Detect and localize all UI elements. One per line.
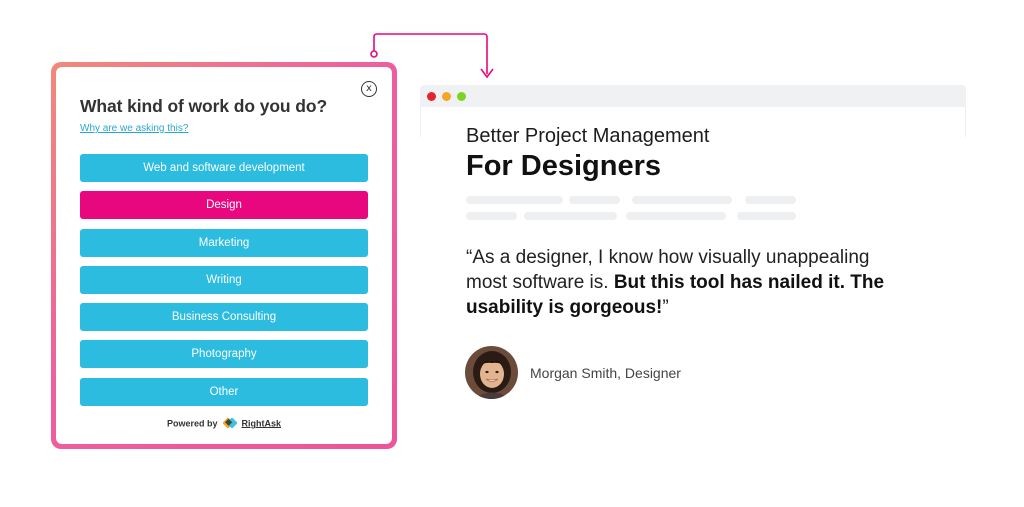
option-writing[interactable]: Writing xyxy=(80,265,368,294)
survey-popup-frame: x What kind of work do you do? Why are w… xyxy=(51,62,397,449)
option-business-consulting[interactable]: Business Consulting xyxy=(80,303,368,332)
window-maximize-dot xyxy=(457,92,466,101)
quote-close-mark: ” xyxy=(662,297,669,318)
window-close-dot xyxy=(427,92,436,101)
headline-top: Better Project Management xyxy=(466,125,710,147)
why-asking-link[interactable]: Why are we asking this? xyxy=(80,123,188,134)
rightask-logo-icon xyxy=(222,417,238,431)
testimonial-quote: “As a designer, I know how visually unap… xyxy=(466,245,906,320)
option-other[interactable]: Other xyxy=(80,377,368,406)
author-name: Morgan Smith, Designer xyxy=(530,365,681,381)
placeholder-line xyxy=(737,212,796,220)
avatar xyxy=(465,346,518,399)
placeholder-line xyxy=(626,212,726,220)
option-web-software[interactable]: Web and software development xyxy=(80,154,368,182)
browser-title-bar xyxy=(420,85,966,107)
placeholder-line xyxy=(466,212,517,220)
headline-main: For Designers xyxy=(466,150,661,182)
browser-edge-left xyxy=(420,107,421,137)
browser-edge-right xyxy=(965,107,966,137)
options-list: Web and software development Design Mark… xyxy=(80,154,368,415)
placeholder-line xyxy=(632,196,732,204)
placeholder-line xyxy=(524,212,617,220)
powered-by-footer: Powered by RightAsk xyxy=(56,417,392,431)
placeholder-line xyxy=(569,196,620,204)
option-marketing[interactable]: Marketing xyxy=(80,228,368,257)
option-photography[interactable]: Photography xyxy=(80,340,368,369)
popup-title: What kind of work do you do? xyxy=(80,96,328,116)
close-icon[interactable]: x xyxy=(361,81,377,97)
window-minimize-dot xyxy=(442,92,451,101)
placeholder-line xyxy=(745,196,796,204)
rightask-brand-link[interactable]: RightAsk xyxy=(242,418,282,428)
powered-by-label: Powered by xyxy=(166,418,218,429)
placeholder-line xyxy=(466,196,563,204)
survey-popup: x What kind of work do you do? Why are w… xyxy=(56,67,392,444)
option-design[interactable]: Design xyxy=(80,191,368,220)
